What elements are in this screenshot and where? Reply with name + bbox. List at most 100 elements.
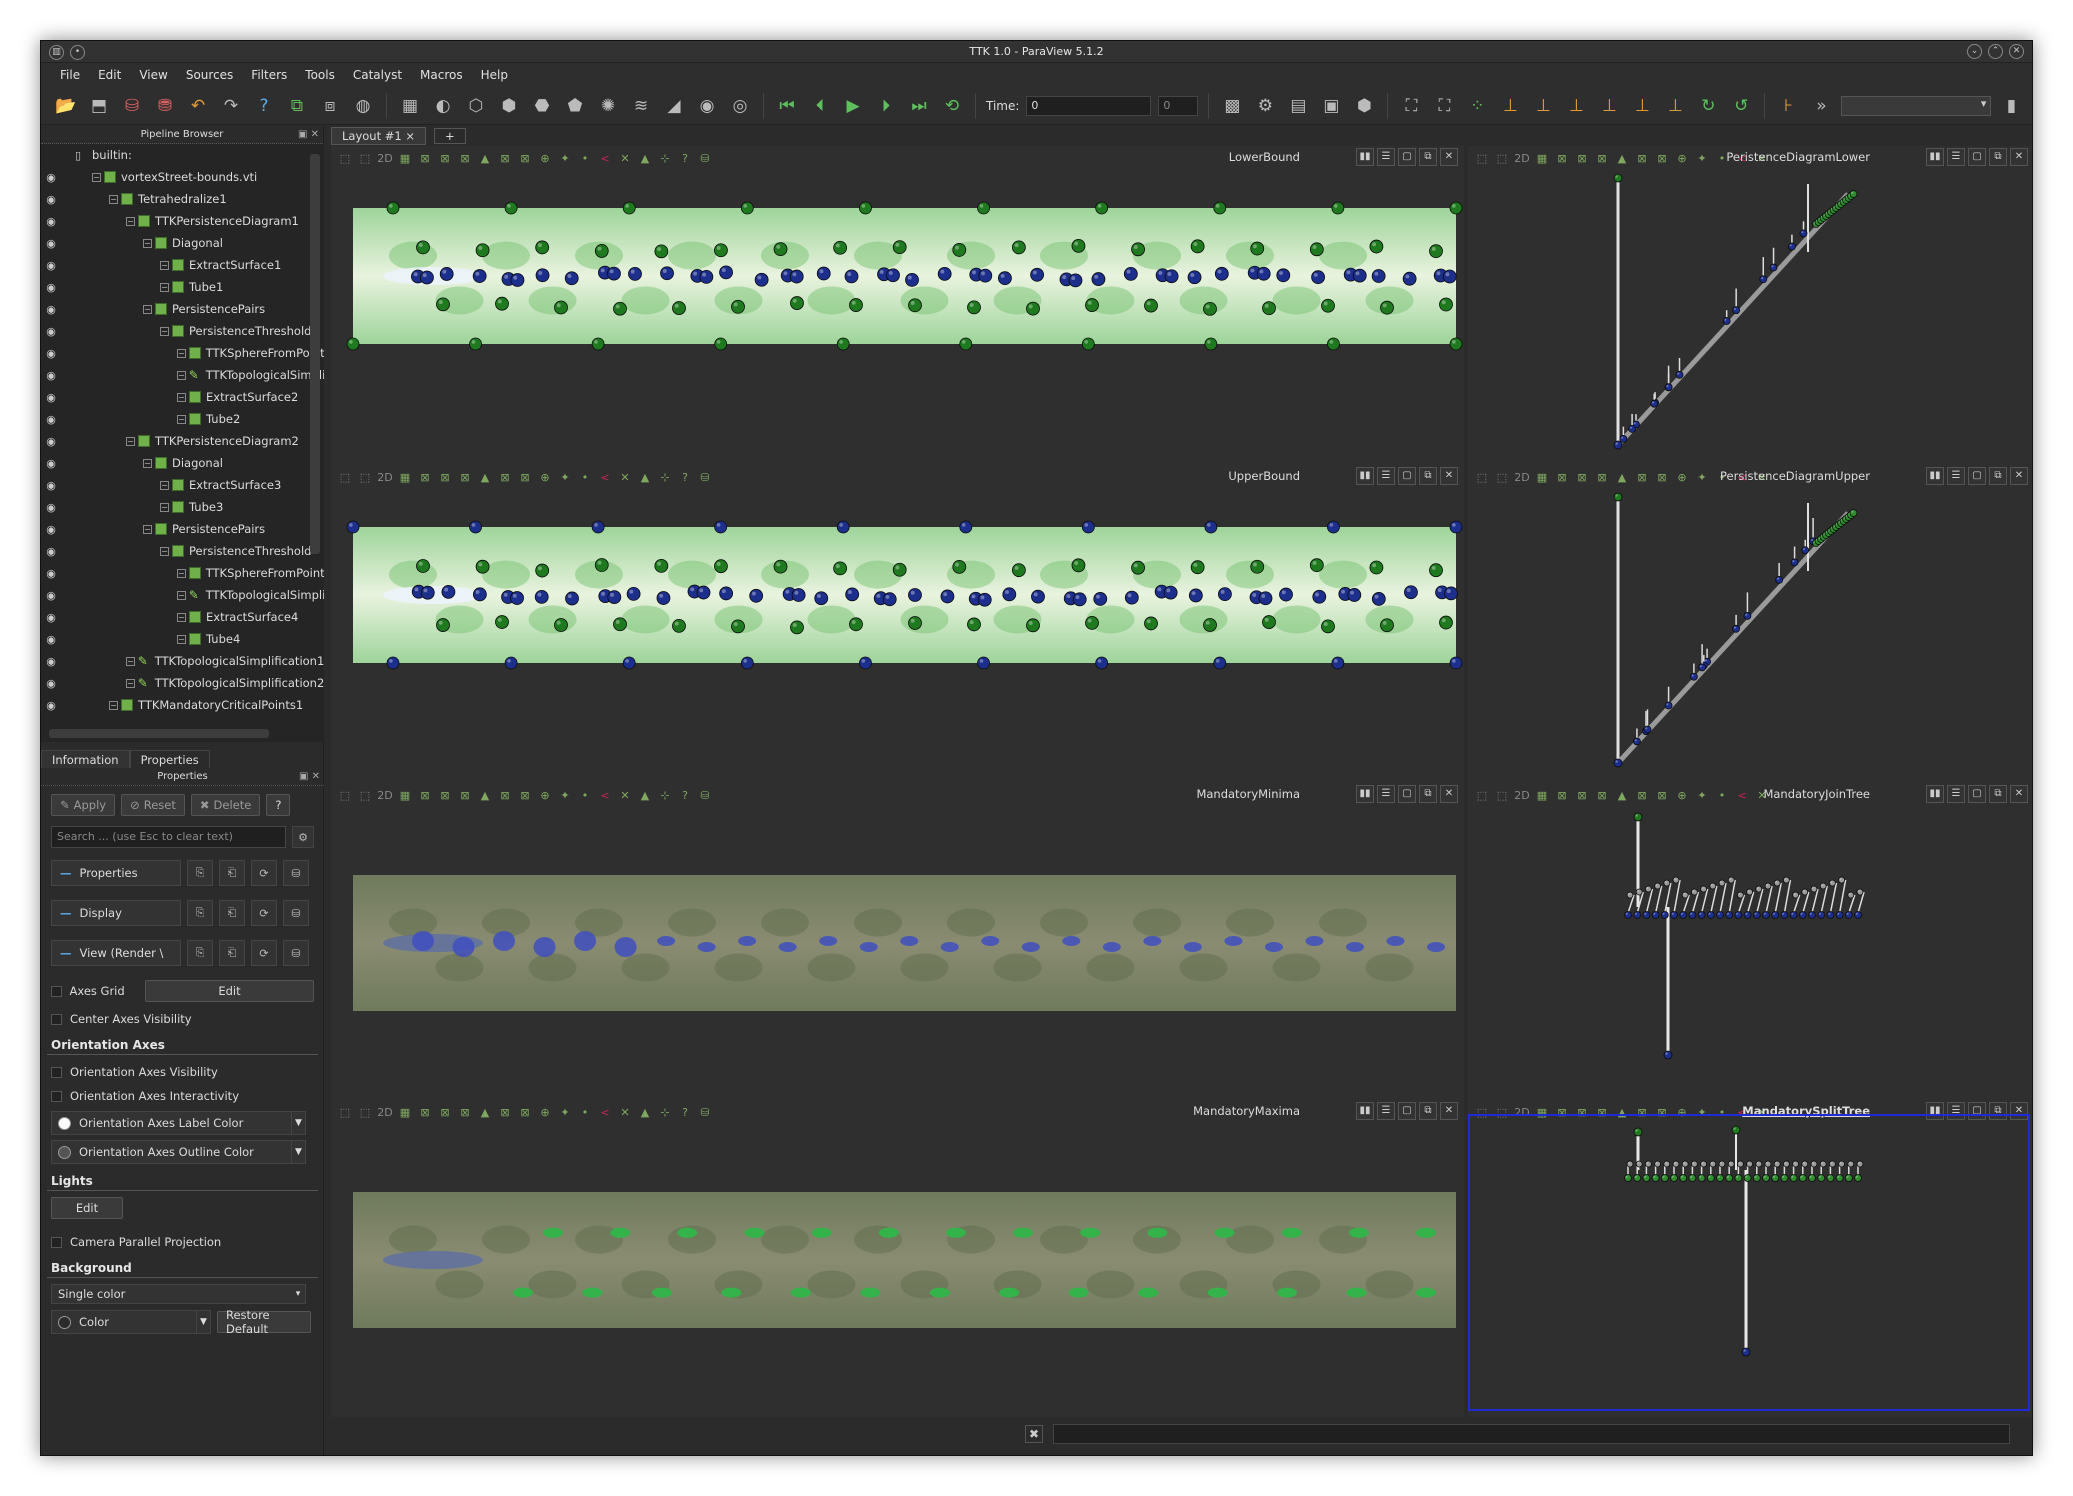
advanced-gear-icon[interactable]: ⚙ xyxy=(292,826,314,848)
eye-icon[interactable]: ◉ xyxy=(41,611,61,624)
box-icon[interactable]: ⬢ xyxy=(1351,93,1377,119)
color-map-icon[interactable]: ▩ xyxy=(1219,93,1245,119)
save-default-icon[interactable]: ⛁ xyxy=(283,940,309,966)
eye-icon[interactable]: ◉ xyxy=(41,479,61,492)
pipeline-item[interactable]: ◉ − Tetrahedralize1 xyxy=(41,188,324,210)
reset-camera-icon[interactable]: ⛶ xyxy=(1398,93,1424,119)
dropdown-arrow-icon[interactable]: ▼ xyxy=(291,1141,305,1163)
close-icon[interactable]: ✕ xyxy=(2009,44,2024,59)
expand-toggle-icon[interactable]: − xyxy=(160,326,169,336)
close-tab-icon[interactable]: × xyxy=(405,129,415,143)
lights-edit-button[interactable]: Edit xyxy=(51,1197,123,1219)
rescale-custom-icon[interactable]: ▣ xyxy=(1318,93,1344,119)
scalar-field-plot[interactable] xyxy=(331,1100,1464,1417)
render-view-mand-max[interactable]: ⬚ ⬚ 2D ▦ ⊠ ⊠ ⊠ ▲ ⊠ ⊠ ⊕ ✦ • < ✕ ▲ ⊹? ⛁ MandatoryMaxima ▮▮ ☰ ▢ ⧉… xyxy=(331,1100,1464,1417)
eye-icon[interactable]: ◉ xyxy=(41,281,61,294)
render-view-mand-join[interactable]: ⬚ ⬚ 2D ▦ ⊠ ⊠ ⊠ ▲ ⊠ ⊠ ⊕ ✦ • < ✕ MandatoryJoinTree ▮▮ ☰ ▢ ⧉ ✕ xyxy=(1468,783,2033,1100)
pipeline-item[interactable]: ◉ − PersistenceThreshold xyxy=(41,540,324,562)
pipeline-item[interactable]: ◉ − ExtractSurface3 xyxy=(41,474,324,496)
pin-icon[interactable]: • xyxy=(70,45,85,60)
render-view-pd-lower[interactable]: ⬚ ⬚ 2D ▦ ⊠ ⊠ ⊠ ▲ ⊠ ⊠ ⊕ ✦ • < ✕ PeristenceDiagramLower ▮▮… xyxy=(1468,146,2032,465)
menu-help[interactable]: Help xyxy=(472,68,517,82)
eye-icon[interactable]: ◉ xyxy=(41,435,61,448)
expand-toggle-icon[interactable]: − xyxy=(160,546,169,556)
eye-icon[interactable]: ◉ xyxy=(41,413,61,426)
dock-close-icon[interactable]: ▣ ✕ xyxy=(299,768,320,786)
menu-macros[interactable]: Macros xyxy=(411,68,472,82)
eye-icon[interactable]: ◉ xyxy=(41,347,61,360)
pipeline-item[interactable]: ◉ − ✎ TTKTopologicalSimplification2 xyxy=(41,672,324,694)
center-axes-checkbox[interactable] xyxy=(51,1013,62,1025)
edit-colormap-icon[interactable]: ▤ xyxy=(1285,93,1311,119)
render-view-upper-bound[interactable]: ⬚ ⬚ 2D ▦ ⊠ ⊠ ⊠ ▲ ⊠ ⊠ ⊕ ✦ • < ✕ ▲ ⊹? ⛁ UpperBound ▮▮ ☰ ▢ ⧉ ✕ xyxy=(331,465,1464,783)
eye-icon[interactable]: ◉ xyxy=(41,369,61,382)
expand-toggle-icon[interactable]: − xyxy=(177,590,186,600)
save-state-icon[interactable]: ⛃ xyxy=(152,93,178,119)
pipeline-item[interactable]: ◉ − TTKPersistenceDiagram2 xyxy=(41,430,324,452)
last-frame-icon[interactable]: ⏭ xyxy=(906,93,932,119)
extract-level-icon[interactable]: ◎ xyxy=(727,93,753,119)
paste-icon[interactable]: ⎗ xyxy=(219,860,245,886)
next-frame-icon[interactable]: ⏵ xyxy=(873,93,899,119)
pipeline-item[interactable]: ◉ − PersistencePairs xyxy=(41,298,324,320)
rotate-ccw-icon[interactable]: ↺ xyxy=(1728,93,1754,119)
help-icon[interactable]: ? xyxy=(251,93,277,119)
eye-icon[interactable]: ◉ xyxy=(41,677,61,690)
eye-icon[interactable]: ◉ xyxy=(41,545,61,558)
pipeline-item[interactable]: ◉ − Tube4 xyxy=(41,628,324,650)
expand-toggle-icon[interactable]: − xyxy=(160,260,169,270)
eye-icon[interactable]: ◉ xyxy=(41,171,61,184)
menu-view[interactable]: View xyxy=(130,68,176,82)
render-view-pd-upper[interactable]: ⬚ ⬚ 2D ▦ ⊠ ⊠ ⊠ ▲ ⊠ ⊠ ⊕ ✦ • < ✕ PersistenceDiagramUpper ▮… xyxy=(1468,465,2033,783)
expand-toggle-icon[interactable]: − xyxy=(143,458,152,468)
time-index-spinbox[interactable]: 0 xyxy=(1158,95,1199,116)
group-icon[interactable]: ◉ xyxy=(694,93,720,119)
pipeline-item[interactable]: ▯ builtin: xyxy=(41,144,324,166)
pipeline-item[interactable]: ◉ − PersistencePairs xyxy=(41,518,324,540)
render-view-mand-split[interactable]: ⬚ ⬚ 2D ▦ ⊠ ⊠ ⊠ ▲ ⊠ ⊠ ⊕ ✦ • < ✕ MandatorySplitTree ▮▮ ☰ ▢ ⧉ ✕ xyxy=(1468,1100,2032,1417)
copy-icon[interactable]: ⎘ xyxy=(187,900,213,926)
disconnect-icon[interactable]: ⧈ xyxy=(317,93,343,119)
eye-icon[interactable]: ◉ xyxy=(41,193,61,206)
rotate-cw-icon[interactable]: ↻ xyxy=(1695,93,1721,119)
save-default-icon[interactable]: ⛁ xyxy=(283,900,309,926)
background-mode-select[interactable]: Single color ▾ xyxy=(51,1284,306,1304)
pipeline-item[interactable]: ◉ − TTKSphereFromPoint1 xyxy=(41,342,324,364)
eye-icon[interactable]: ◉ xyxy=(41,325,61,338)
save-default-icon[interactable]: ⛁ xyxy=(283,860,309,886)
representation-combo[interactable]: ▾ xyxy=(1841,95,1992,116)
tab-information[interactable]: Information xyxy=(41,750,130,768)
time-input[interactable]: 0 xyxy=(1026,95,1152,116)
persistence-diagram-plot[interactable] xyxy=(1468,465,2033,783)
eye-icon[interactable]: ◉ xyxy=(41,237,61,250)
merge-tree-plot[interactable] xyxy=(1468,783,2033,1100)
menu-filters[interactable]: Filters xyxy=(242,68,296,82)
scalar-field-plot[interactable] xyxy=(331,783,1464,1100)
pipeline-item[interactable]: ◉ − Diagonal xyxy=(41,452,324,474)
dropdown-arrow-icon[interactable]: ▼ xyxy=(291,1112,305,1134)
pipeline-item[interactable]: ◉ − ✎ TTKTopologicalSimplification1 xyxy=(41,650,324,672)
axes-icon[interactable]: ⊦ xyxy=(1775,93,1801,119)
expand-toggle-icon[interactable]: − xyxy=(177,392,186,402)
pipeline-item[interactable]: ◉ − TTKSphereFromPoint3 xyxy=(41,562,324,584)
expand-toggle-icon[interactable]: − xyxy=(160,480,169,490)
orientation-outline-color-button[interactable]: Orientation Axes Outline Color ▼ xyxy=(51,1140,306,1164)
extract-subset-icon[interactable]: ⬟ xyxy=(562,93,588,119)
render-view-mand-min[interactable]: ⬚ ⬚ 2D ▦ ⊠ ⊠ ⊠ ▲ ⊠ ⊠ ⊕ ✦ • < ✕ ▲ ⊹? ⛁ MandatoryMinima ▮▮ ☰ ▢ ⧉… xyxy=(331,783,1464,1100)
pipeline-item[interactable]: ◉ − Tube3 xyxy=(41,496,324,518)
connect-icon[interactable]: ⧉ xyxy=(284,93,310,119)
loop-icon[interactable]: ⟲ xyxy=(939,93,965,119)
play-icon[interactable]: ▶ xyxy=(840,93,866,119)
delete-button[interactable]: ✖ Delete xyxy=(190,794,261,816)
rescale-icon[interactable]: ⚙ xyxy=(1252,93,1278,119)
eye-icon[interactable]: ◉ xyxy=(41,655,61,668)
expand-toggle-icon[interactable]: − xyxy=(177,612,186,622)
expand-toggle-icon[interactable]: − xyxy=(160,502,169,512)
eye-icon[interactable]: ◉ xyxy=(41,457,61,470)
expand-toggle-icon[interactable]: − xyxy=(126,216,135,226)
undo-icon[interactable]: ↶ xyxy=(185,93,211,119)
first-frame-icon[interactable]: ⏮ xyxy=(774,93,800,119)
glyph-icon[interactable]: ✺ xyxy=(595,93,621,119)
load-state-icon[interactable]: ⛁ xyxy=(119,93,145,119)
restore-icon[interactable]: ⟳ xyxy=(251,860,277,886)
